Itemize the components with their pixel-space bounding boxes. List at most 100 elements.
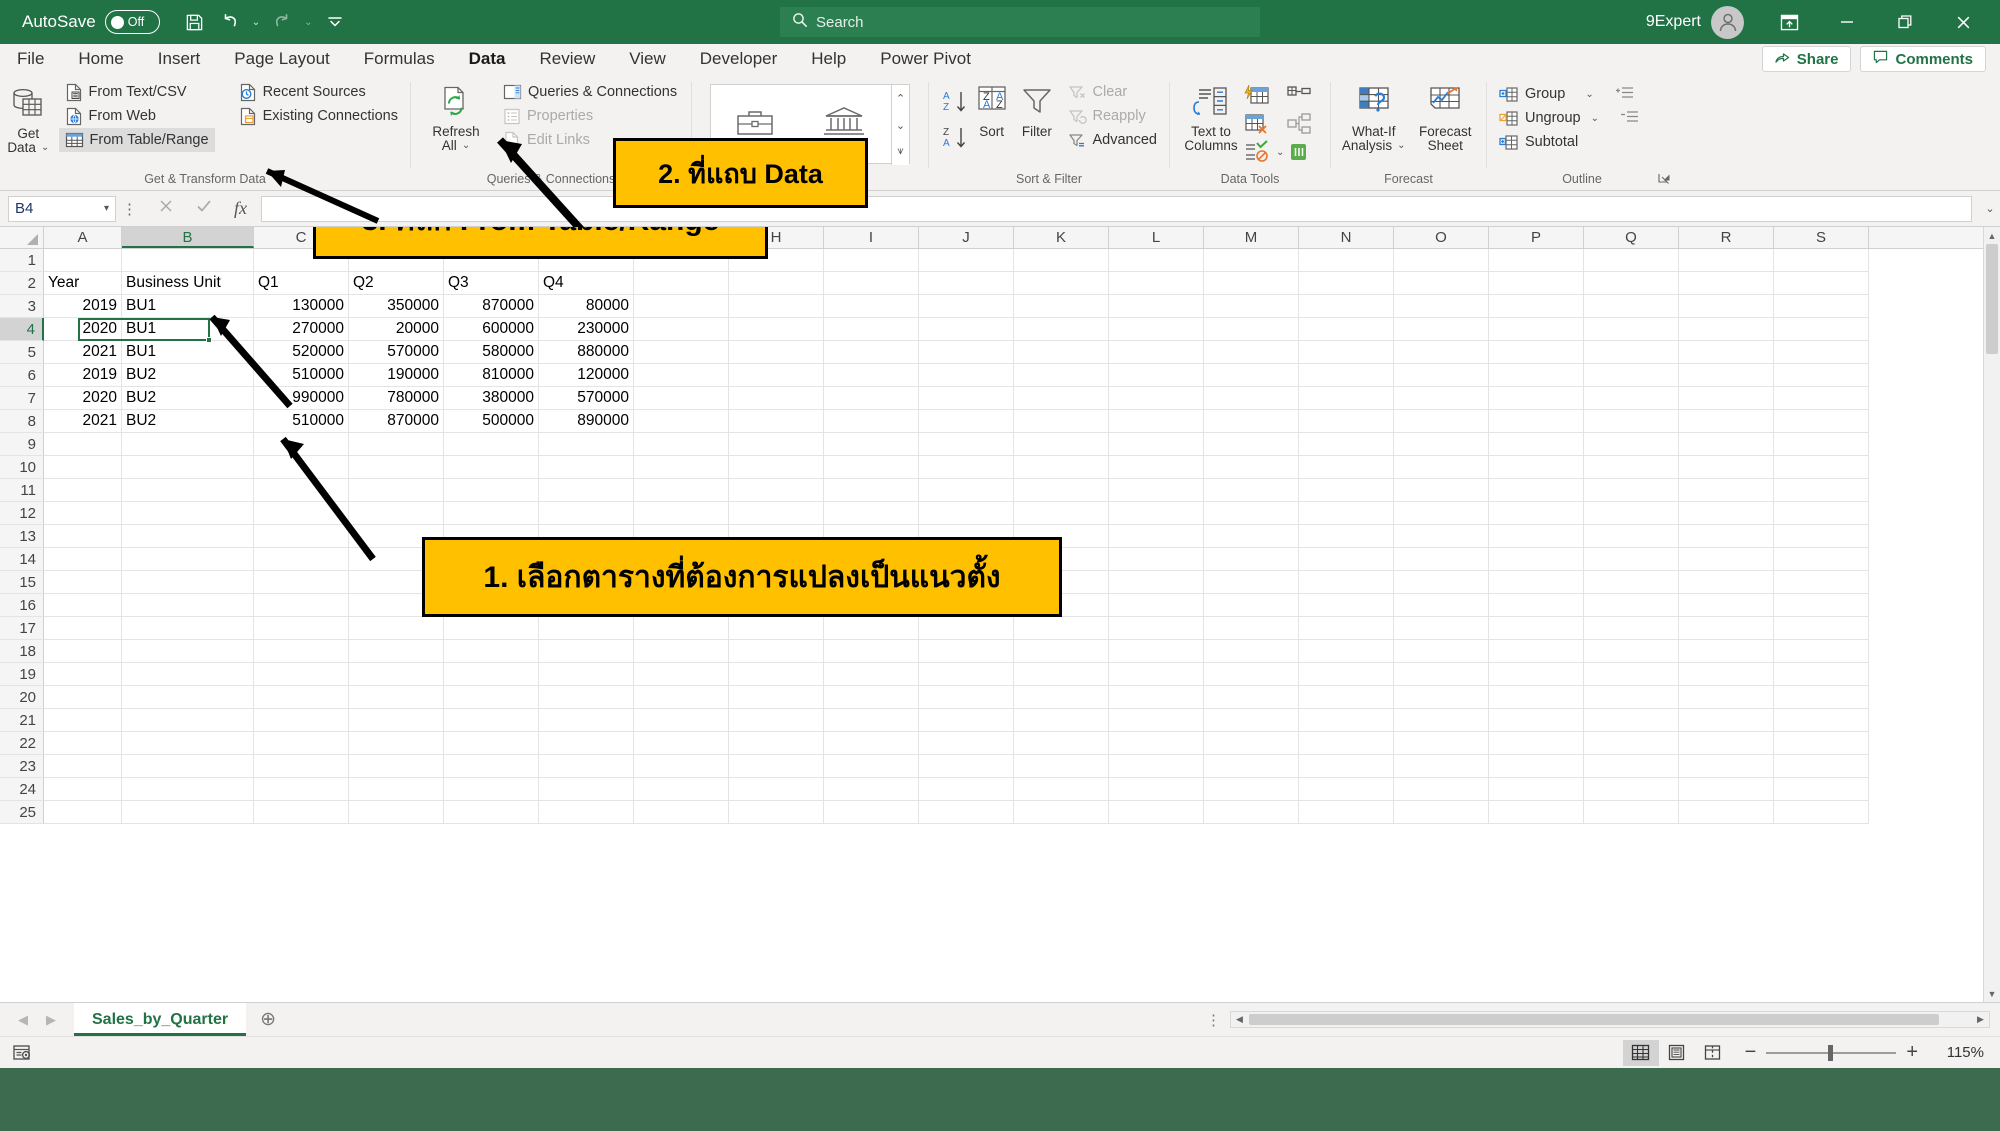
cell-G17[interactable]: [634, 617, 729, 640]
cell-C25[interactable]: [254, 801, 349, 824]
cell-O19[interactable]: [1394, 663, 1489, 686]
cell-E19[interactable]: [444, 663, 539, 686]
cell-O10[interactable]: [1394, 456, 1489, 479]
cell-A20[interactable]: [44, 686, 122, 709]
cell-I22[interactable]: [824, 732, 919, 755]
cell-R17[interactable]: [1679, 617, 1774, 640]
cell-A10[interactable]: [44, 456, 122, 479]
cell-A6[interactable]: 2019: [44, 364, 122, 387]
cell-K10[interactable]: [1014, 456, 1109, 479]
cell-P2[interactable]: [1489, 272, 1584, 295]
cell-Q21[interactable]: [1584, 709, 1679, 732]
cell-F6[interactable]: 120000: [539, 364, 634, 387]
vertical-scroll-thumb[interactable]: [1986, 244, 1998, 354]
cell-R20[interactable]: [1679, 686, 1774, 709]
cell-N20[interactable]: [1299, 686, 1394, 709]
cell-A23[interactable]: [44, 755, 122, 778]
row-header-5[interactable]: 5: [0, 341, 44, 364]
cell-I25[interactable]: [824, 801, 919, 824]
cell-L17[interactable]: [1109, 617, 1204, 640]
cell-I10[interactable]: [824, 456, 919, 479]
cell-D23[interactable]: [349, 755, 444, 778]
cell-P24[interactable]: [1489, 778, 1584, 801]
page-break-preview-icon[interactable]: [1695, 1040, 1731, 1066]
cell-H6[interactable]: [729, 364, 824, 387]
cell-M7[interactable]: [1204, 387, 1299, 410]
cell-N4[interactable]: [1299, 318, 1394, 341]
column-header-B[interactable]: B: [122, 227, 254, 248]
cell-R9[interactable]: [1679, 433, 1774, 456]
cell-M2[interactable]: [1204, 272, 1299, 295]
cell-C7[interactable]: 990000: [254, 387, 349, 410]
queries-connections-button[interactable]: Queries & Connections: [497, 80, 683, 104]
row-header-8[interactable]: 8: [0, 410, 44, 433]
row-header-20[interactable]: 20: [0, 686, 44, 709]
consolidate-button[interactable]: [1286, 82, 1312, 110]
cell-B21[interactable]: [122, 709, 254, 732]
cell-F23[interactable]: [539, 755, 634, 778]
cell-P25[interactable]: [1489, 801, 1584, 824]
cell-F5[interactable]: 880000: [539, 341, 634, 364]
cell-N16[interactable]: [1299, 594, 1394, 617]
cell-P15[interactable]: [1489, 571, 1584, 594]
cell-D7[interactable]: 780000: [349, 387, 444, 410]
cell-S25[interactable]: [1774, 801, 1869, 824]
gallery-scroll-up-icon[interactable]: ⌃: [892, 85, 909, 112]
cell-Q6[interactable]: [1584, 364, 1679, 387]
cell-S7[interactable]: [1774, 387, 1869, 410]
cell-N22[interactable]: [1299, 732, 1394, 755]
cell-N14[interactable]: [1299, 548, 1394, 571]
cell-P16[interactable]: [1489, 594, 1584, 617]
cell-H25[interactable]: [729, 801, 824, 824]
formula-input[interactable]: [261, 195, 1972, 222]
sort-button[interactable]: ZAAZ Sort: [969, 80, 1014, 139]
cell-H17[interactable]: [729, 617, 824, 640]
cell-M19[interactable]: [1204, 663, 1299, 686]
cell-N17[interactable]: [1299, 617, 1394, 640]
cell-F19[interactable]: [539, 663, 634, 686]
cell-C20[interactable]: [254, 686, 349, 709]
cell-L20[interactable]: [1109, 686, 1204, 709]
row-header-7[interactable]: 7: [0, 387, 44, 410]
cell-R23[interactable]: [1679, 755, 1774, 778]
ribbon-tab-home[interactable]: Home: [61, 44, 140, 74]
chevron-down-icon[interactable]: ⌄: [1276, 147, 1284, 158]
cell-Q18[interactable]: [1584, 640, 1679, 663]
cell-M4[interactable]: [1204, 318, 1299, 341]
zoom-slider[interactable]: [1766, 1044, 1897, 1061]
cell-F9[interactable]: [539, 433, 634, 456]
cell-B8[interactable]: BU2: [122, 410, 254, 433]
cell-Q13[interactable]: [1584, 525, 1679, 548]
cell-N25[interactable]: [1299, 801, 1394, 824]
cell-J23[interactable]: [919, 755, 1014, 778]
cell-Q5[interactable]: [1584, 341, 1679, 364]
cell-J17[interactable]: [919, 617, 1014, 640]
cell-J5[interactable]: [919, 341, 1014, 364]
cell-L10[interactable]: [1109, 456, 1204, 479]
cell-N19[interactable]: [1299, 663, 1394, 686]
get-data-button[interactable]: Get Data ⌄: [6, 80, 51, 155]
cell-C13[interactable]: [254, 525, 349, 548]
cell-B3[interactable]: BU1: [122, 295, 254, 318]
cell-S18[interactable]: [1774, 640, 1869, 663]
cell-K6[interactable]: [1014, 364, 1109, 387]
row-header-11[interactable]: 11: [0, 479, 44, 502]
cell-S16[interactable]: [1774, 594, 1869, 617]
cell-R4[interactable]: [1679, 318, 1774, 341]
cell-A8[interactable]: 2021: [44, 410, 122, 433]
cell-G22[interactable]: [634, 732, 729, 755]
cell-L25[interactable]: [1109, 801, 1204, 824]
cell-D17[interactable]: [349, 617, 444, 640]
cell-P22[interactable]: [1489, 732, 1584, 755]
vertical-scrollbar[interactable]: ▲ ▼: [1983, 227, 2000, 1002]
cell-Q14[interactable]: [1584, 548, 1679, 571]
cell-P3[interactable]: [1489, 295, 1584, 318]
row-header-23[interactable]: 23: [0, 755, 44, 778]
cell-P8[interactable]: [1489, 410, 1584, 433]
cell-R3[interactable]: [1679, 295, 1774, 318]
cell-O2[interactable]: [1394, 272, 1489, 295]
column-header-P[interactable]: P: [1489, 227, 1584, 248]
cell-N13[interactable]: [1299, 525, 1394, 548]
cell-D19[interactable]: [349, 663, 444, 686]
refresh-all-button[interactable]: Refresh All ⌄: [425, 80, 487, 153]
